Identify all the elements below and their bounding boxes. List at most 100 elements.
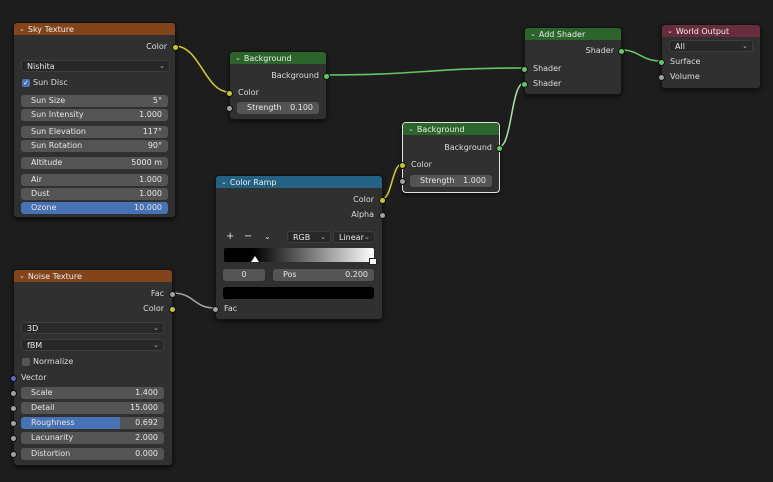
color-ramp-node[interactable]: ⌄ Color Ramp Color Alpha + − ⌄ RGB ⌄ Linea… (212, 175, 386, 320)
background-header[interactable]: ⌄ Background (403, 123, 499, 135)
input-surface-label: Surface (670, 57, 701, 66)
input-fac-socket[interactable] (212, 306, 219, 313)
background-node-2[interactable]: ⌄ Background Background Color Strength 1.0… (399, 122, 503, 193)
color-ramp-gradient[interactable] (224, 248, 374, 262)
output-color-label: Color (143, 304, 164, 313)
background-node-1[interactable]: ⌄ Background Background Color Strength 0.1… (226, 51, 330, 120)
detail-field[interactable]: Detail 15.000 (21, 402, 164, 414)
input-shader-1-label: Shader (533, 64, 562, 73)
node-title: Background (243, 53, 292, 63)
noise-type-select[interactable]: fBM ⌄ (21, 339, 164, 351)
input-volume-label: Volume (670, 72, 700, 81)
sun-elevation-field[interactable]: Sun Elevation 117° (21, 126, 168, 138)
input-volume-socket[interactable] (658, 74, 665, 81)
sun-intensity-field[interactable]: Sun Intensity 1.000 (21, 109, 168, 121)
world-output-node[interactable]: ⌄ World Output All ⌄ Surface Volume (658, 24, 761, 89)
sky-type-select[interactable]: Nishita ⌄ (21, 60, 170, 72)
interpolation-select[interactable]: Linear ⌄ (333, 231, 375, 243)
collapse-chevron-icon[interactable]: ⌄ (667, 27, 673, 35)
distortion-field[interactable]: Distortion 0.000 (21, 448, 164, 460)
input-lacunarity-socket[interactable] (10, 435, 17, 442)
collapse-chevron-icon[interactable]: ⌄ (19, 272, 25, 280)
dimensions-select[interactable]: 3D ⌄ (21, 322, 164, 334)
chevron-down-icon: ⌄ (364, 233, 370, 241)
node-title: Noise Texture (27, 271, 82, 281)
input-color-socket[interactable] (399, 162, 406, 169)
sun-disc-label: Sun Disc (33, 78, 68, 87)
noise-texture-header[interactable]: ⌄ Noise Texture (14, 270, 172, 282)
collapse-chevron-icon[interactable]: ⌄ (19, 25, 25, 33)
color-ramp-header[interactable]: ⌄ Color Ramp (216, 176, 382, 188)
white-stop-handle[interactable] (369, 258, 377, 265)
input-color-socket[interactable] (226, 90, 233, 97)
sun-rotation-field[interactable]: Sun Rotation 90° (21, 140, 168, 152)
world-output-header[interactable]: ⌄ World Output (662, 25, 760, 37)
node-title: Add Shader (538, 29, 586, 39)
collapse-chevron-icon[interactable]: ⌄ (235, 54, 241, 62)
input-scale-socket[interactable] (10, 390, 17, 397)
input-shader-1-socket[interactable] (521, 66, 528, 73)
color-mode-select[interactable]: RGB ⌄ (287, 231, 331, 243)
output-background-label: Background (271, 71, 319, 80)
input-color-label: Color (238, 88, 259, 97)
chevron-down-icon: ⌄ (153, 324, 159, 332)
stop-color-swatch[interactable] (223, 287, 374, 299)
sun-size-field[interactable]: Sun Size 5° (21, 95, 168, 107)
remove-stop-button[interactable]: − (244, 231, 252, 243)
input-detail-socket[interactable] (10, 405, 17, 412)
air-field[interactable]: Air 1.000 (21, 174, 168, 186)
add-stop-button[interactable]: + (226, 231, 234, 243)
input-roughness-socket[interactable] (10, 420, 17, 427)
input-fac-label: Fac (224, 304, 238, 313)
lacunarity-field[interactable]: Lacunarity 2.000 (21, 432, 164, 444)
input-shader-2-socket[interactable] (521, 81, 528, 88)
altitude-field[interactable]: Altitude 5000 m (21, 157, 168, 169)
link-bg1-to-add (325, 67, 525, 76)
input-vector-socket[interactable] (10, 375, 17, 382)
input-vector-label: Vector (21, 373, 47, 382)
stop-index-field[interactable]: 0 (223, 269, 265, 281)
output-color-socket[interactable] (379, 197, 386, 204)
output-shader-socket[interactable] (618, 48, 625, 55)
input-surface-socket[interactable] (658, 59, 665, 66)
node-title: Color Ramp (229, 177, 277, 187)
strength-field[interactable]: Strength 1.000 (410, 175, 492, 187)
black-stop-handle[interactable] (251, 256, 259, 262)
collapse-chevron-icon[interactable]: ⌄ (221, 178, 227, 186)
dust-field[interactable]: Dust 1.000 (21, 188, 168, 200)
output-background-socket[interactable] (323, 73, 330, 80)
sun-disc-checkbox[interactable]: ✓ (22, 79, 30, 87)
background-header[interactable]: ⌄ Background (230, 52, 326, 64)
ramp-menu-button[interactable]: ⌄ (264, 231, 271, 243)
chevron-down-icon: ⌄ (320, 233, 326, 241)
sky-texture-node[interactable]: ⌄ Sky Texture Color Nishita ⌄ ✓ Sun Disc S… (13, 22, 179, 218)
output-background-socket[interactable] (496, 145, 503, 152)
scale-field[interactable]: Scale 1.400 (21, 387, 164, 399)
input-strength-socket[interactable] (399, 178, 406, 185)
output-fac-label: Fac (150, 289, 164, 298)
input-strength-socket[interactable] (226, 105, 233, 112)
output-color-socket[interactable] (169, 306, 176, 313)
noise-texture-node[interactable]: ⌄ Noise Texture Fac Color 3D ⌄ fBM ⌄ Normal… (10, 269, 176, 466)
link-sky-to-bg1 (174, 45, 230, 93)
ozone-field[interactable]: Ozone 10.000 (21, 202, 168, 214)
roughness-slider[interactable]: Roughness 0.692 (21, 417, 164, 429)
strength-field[interactable]: Strength 0.100 (237, 102, 319, 114)
target-select[interactable]: All ⌄ (669, 40, 753, 52)
output-alpha-label: Alpha (351, 210, 374, 219)
add-shader-header[interactable]: ⌄ Add Shader (525, 28, 621, 40)
add-shader-node[interactable]: ⌄ Add Shader Shader Shader Shader (521, 27, 625, 95)
collapse-chevron-icon[interactable]: ⌄ (530, 30, 536, 38)
link-bg2-to-add (498, 82, 525, 148)
chevron-down-icon: ⌄ (159, 62, 165, 70)
input-distortion-socket[interactable] (10, 451, 17, 458)
normalize-checkbox[interactable] (22, 358, 30, 366)
chevron-down-icon: ⌄ (153, 341, 159, 349)
output-color-socket[interactable] (172, 44, 179, 51)
node-title: Background (416, 124, 465, 134)
sky-texture-header[interactable]: ⌄ Sky Texture (14, 23, 175, 35)
stop-position-field[interactable]: Pos 0.200 (273, 269, 374, 281)
output-alpha-socket[interactable] (379, 212, 386, 219)
collapse-chevron-icon[interactable]: ⌄ (408, 125, 414, 133)
output-fac-socket[interactable] (169, 291, 176, 298)
